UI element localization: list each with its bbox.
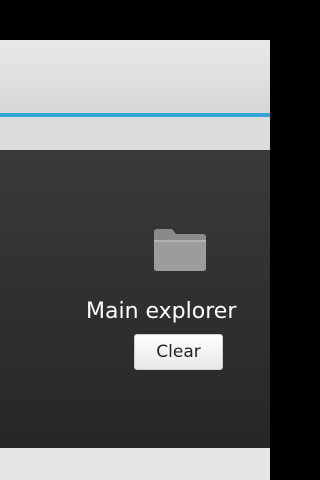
folder-icon bbox=[152, 226, 208, 272]
bottom-bar bbox=[0, 448, 270, 480]
status-bar bbox=[0, 0, 270, 40]
explorer-title: Main explorer bbox=[86, 299, 237, 324]
action-bar bbox=[0, 40, 270, 113]
app-screen: Main explorer Clear bbox=[0, 0, 270, 480]
tab-strip bbox=[0, 117, 270, 150]
clear-button[interactable]: Clear bbox=[134, 334, 223, 370]
